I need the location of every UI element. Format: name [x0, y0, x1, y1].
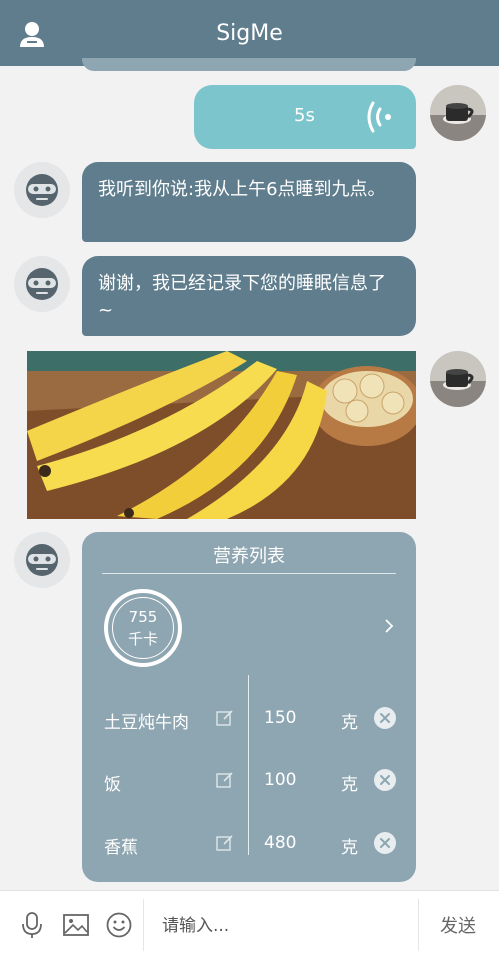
robot-icon: [26, 268, 58, 300]
chevron-right-icon[interactable]: [382, 618, 396, 634]
remove-button[interactable]: [374, 769, 396, 791]
send-button[interactable]: 发送: [440, 912, 476, 938]
food-amount[interactable]: 480: [264, 833, 296, 853]
divider: [418, 899, 419, 951]
banana-photo[interactable]: [27, 351, 416, 519]
voice-wave-icon: [367, 101, 391, 133]
food-row: 香蕉 480 克: [82, 825, 416, 865]
user-avatar[interactable]: [430, 351, 486, 407]
image-icon[interactable]: [62, 911, 90, 939]
food-amount[interactable]: 150: [264, 708, 296, 728]
bot-message: 谢谢，我已经记录下您的睡眠信息了~: [82, 256, 416, 336]
food-unit: 克: [341, 775, 358, 795]
food-name: 饭: [104, 775, 121, 795]
calorie-unit: 千卡: [127, 630, 158, 648]
edit-icon[interactable]: [216, 709, 234, 727]
calorie-circle[interactable]: 755 千卡: [104, 589, 182, 667]
app-title: SigMe: [216, 21, 283, 46]
bot-avatar: [14, 532, 70, 588]
divider: [102, 573, 396, 574]
close-icon: [380, 775, 390, 785]
food-amount[interactable]: 100: [264, 770, 296, 790]
voice-duration: 5s: [294, 105, 315, 126]
robot-icon: [26, 174, 58, 206]
input-bar: 发送: [0, 890, 499, 960]
divider: [143, 899, 144, 951]
previous-message-edge: [82, 58, 416, 71]
nutrition-card: 营养列表 755 千卡 土豆炖牛肉 150 克 饭 100 克 香蕉 480 克: [82, 532, 416, 882]
emoji-icon[interactable]: [105, 911, 133, 939]
app-header: SigMe: [0, 0, 499, 66]
food-name: 土豆炖牛肉: [104, 713, 189, 733]
remove-button[interactable]: [374, 832, 396, 854]
edit-icon[interactable]: [216, 771, 234, 789]
user-avatar[interactable]: [430, 85, 486, 141]
bot-message: 我听到你说:我从上午6点睡到九点。: [82, 162, 416, 242]
calorie-value: 755: [128, 608, 158, 626]
voice-message[interactable]: 5s: [194, 85, 416, 149]
robot-icon: [26, 544, 58, 576]
food-unit: 克: [341, 713, 358, 733]
food-row: 土豆炖牛肉 150 克: [82, 700, 416, 740]
close-icon: [380, 713, 390, 723]
bot-avatar: [14, 162, 70, 218]
bot-avatar: [14, 256, 70, 312]
nutrition-title: 营养列表: [213, 546, 285, 567]
remove-button[interactable]: [374, 707, 396, 729]
food-row: 饭 100 克: [82, 762, 416, 802]
message-input[interactable]: [160, 909, 404, 943]
close-icon: [380, 838, 390, 848]
edit-icon[interactable]: [216, 834, 234, 852]
food-name: 香蕉: [104, 838, 138, 858]
microphone-icon[interactable]: [18, 911, 46, 939]
food-unit: 克: [341, 838, 358, 858]
